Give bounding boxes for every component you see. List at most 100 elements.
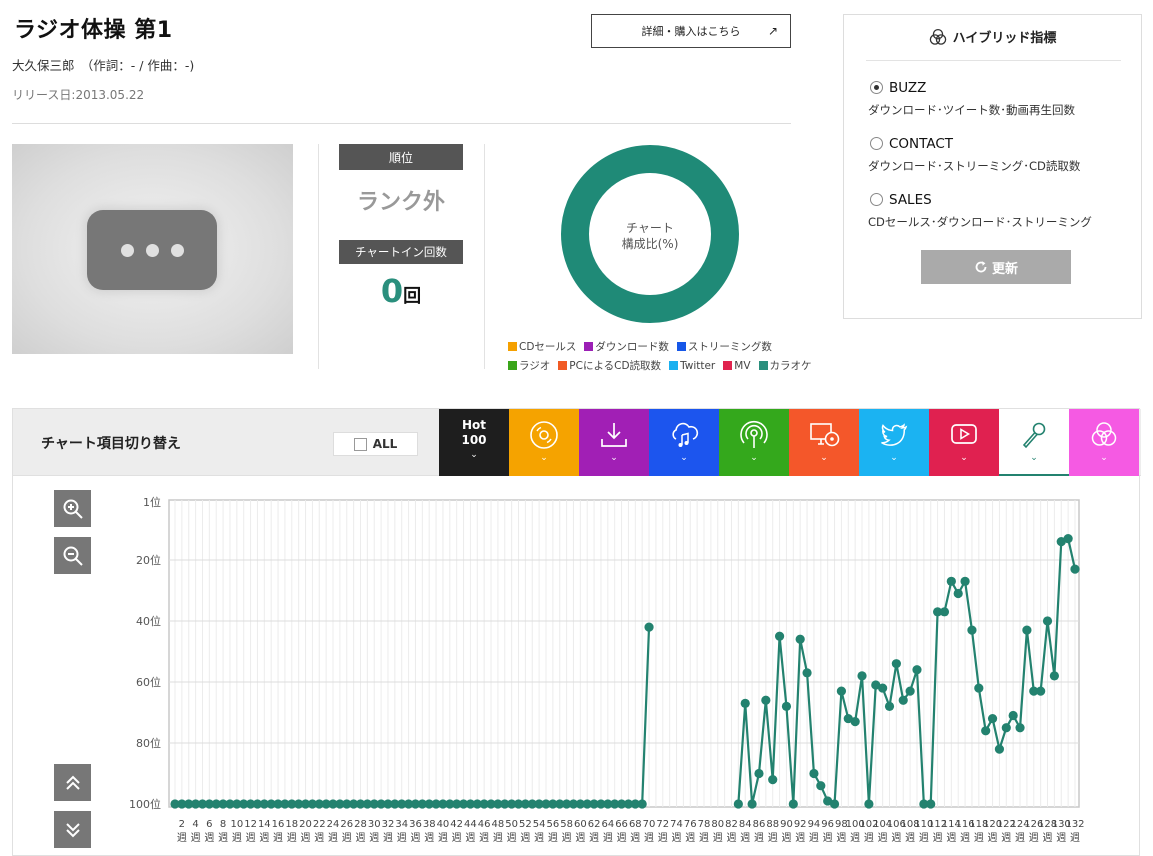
chevron-down-icon: ⌄ xyxy=(610,453,618,463)
legend-item: Twitter xyxy=(669,360,715,372)
legend-item: カラオケ xyxy=(758,358,812,373)
legend-swatch xyxy=(723,361,733,370)
legend-swatch xyxy=(508,361,517,370)
legend-item: MV xyxy=(723,359,751,372)
legend-item: ダウンロード数 xyxy=(584,339,669,354)
refresh-button[interactable]: 更新 xyxy=(921,250,1071,284)
tab-streaming[interactable]: ⌄ xyxy=(649,409,719,476)
legend-swatch xyxy=(758,361,768,370)
refresh-icon xyxy=(975,261,987,273)
hybrid-option-buzz[interactable]: BUZZ ダウンロード･ツイート数･動画再生回数 xyxy=(868,77,1075,118)
chart-panel: チャート項目切り替え ALL Hot 100 ⌄ ⌄ ⌄ ⌄ ⌄ ⌄ ⌄ ⌄ ⌄… xyxy=(12,408,1141,856)
legend-item: ラジオ xyxy=(508,358,550,373)
scroll-bottom-button[interactable] xyxy=(54,811,91,848)
zoom-out-button[interactable] xyxy=(54,537,91,574)
play-icon xyxy=(951,424,977,444)
legend-swatch xyxy=(508,342,517,351)
donut-center-label: チャート 構成比(%) xyxy=(621,221,679,251)
tab-radio[interactable]: ⌄ xyxy=(719,409,789,476)
radio-contact[interactable] xyxy=(870,137,883,150)
microphone-icon xyxy=(1022,422,1046,449)
zoom-in-button[interactable] xyxy=(54,490,91,527)
tab-twitter[interactable]: ⌄ xyxy=(859,409,929,476)
hybrid-option-contact[interactable]: CONTACT ダウンロード･ストリーミング･CD読取数 xyxy=(868,133,1081,174)
venn-icon xyxy=(929,28,946,45)
twitter-icon xyxy=(881,423,908,446)
disc-icon xyxy=(530,421,558,449)
legend-label: PCによるCD読取数 xyxy=(569,360,662,372)
legend-label: ストリーミング数 xyxy=(687,341,772,353)
hybrid-option-desc: CDセールス･ダウンロード･ストリーミング xyxy=(868,215,1092,229)
venn-icon xyxy=(1091,422,1117,446)
download-icon xyxy=(601,423,627,447)
legend-swatch xyxy=(676,342,686,351)
arrow-icon: ↗ xyxy=(767,24,778,38)
chevron-down-icon: ⌄ xyxy=(680,453,688,463)
chevron-down-icon: ⌄ xyxy=(890,453,898,463)
chevron-down-icon: ⌄ xyxy=(540,453,548,463)
chart-in-count-number: 0 xyxy=(380,272,404,310)
legend-swatch xyxy=(584,342,594,351)
tab-hybrid[interactable]: ⌄ xyxy=(1069,409,1139,476)
divider xyxy=(318,144,319,369)
chart-switch-bar: チャート項目切り替え ALL Hot 100 ⌄ ⌄ ⌄ ⌄ ⌄ ⌄ ⌄ ⌄ ⌄… xyxy=(13,409,1141,476)
legend-item: ストリーミング数 xyxy=(676,339,772,354)
chevron-down-icon: ⌄ xyxy=(1100,453,1108,463)
detail-purchase-label: 詳細・購入はこちら xyxy=(641,25,741,38)
tab-download[interactable]: ⌄ xyxy=(579,409,649,476)
hybrid-option-sales[interactable]: SALES CDセールス･ダウンロード･ストリーミング xyxy=(868,189,1092,230)
rank-value: ランク外 xyxy=(356,190,445,215)
composition-legend: CDセールス ダウンロード数 ストリーミング数 ラジオ PCによるCD読取数 Twitt… xyxy=(508,337,818,375)
detail-purchase-button[interactable]: 詳細・購入はこちら ↗ xyxy=(591,14,791,48)
radio-sales[interactable] xyxy=(870,193,883,206)
cloud-music-icon xyxy=(672,422,699,447)
legend-label: カラオケ xyxy=(769,360,812,372)
hybrid-option-desc: ダウンロード･ストリーミング･CD読取数 xyxy=(868,159,1081,173)
hybrid-title: ハイブリッド指標 xyxy=(844,27,1141,46)
artist-credit: 大久保三郎 （作詞：- / 作曲：-) xyxy=(12,58,195,73)
zoom-in-icon xyxy=(63,499,83,519)
pc-disc-icon xyxy=(810,423,840,447)
legend-swatch xyxy=(558,361,568,370)
chart-switch-label: チャート項目切り替え xyxy=(41,436,181,452)
divider xyxy=(12,123,791,124)
song-title: ラジオ体操 第1 xyxy=(14,18,173,43)
chevron-down-icon: ⌄ xyxy=(1030,453,1038,463)
all-toggle[interactable]: ALL xyxy=(333,432,418,456)
tab-cd-sales[interactable]: ⌄ xyxy=(509,409,579,476)
double-chevron-up-icon xyxy=(65,775,80,790)
hybrid-index-panel: ハイブリッド指標 BUZZ ダウンロード･ツイート数･動画再生回数 CONTAC… xyxy=(843,14,1142,319)
legend-swatch xyxy=(669,361,679,370)
hot100-label: Hot 100 xyxy=(461,418,487,447)
legend-label: ラジオ xyxy=(519,360,551,372)
chart-in-count-label: チャートイン回数 xyxy=(339,240,463,264)
legend-item: PCによるCD読取数 xyxy=(558,358,661,373)
tab-pc-cd-read[interactable]: ⌄ xyxy=(789,409,859,476)
legend-label: MV xyxy=(734,359,751,372)
chevron-down-icon: ⌄ xyxy=(470,450,478,460)
zoom-out-icon xyxy=(63,546,83,566)
chart-in-count-unit: 回 xyxy=(403,286,422,307)
release-date: リリース日:2013.05.22 xyxy=(12,88,145,102)
legend-item: CDセールス xyxy=(508,339,576,354)
divider xyxy=(866,60,1121,61)
legend-label: Twitter xyxy=(680,359,716,372)
legend-label: ダウンロード数 xyxy=(595,341,669,353)
placeholder-media-icon xyxy=(87,210,217,290)
chevron-down-icon: ⌄ xyxy=(960,453,968,463)
legend-label: CDセールス xyxy=(519,341,577,353)
tab-hot100[interactable]: Hot 100 ⌄ xyxy=(439,409,509,476)
scroll-top-button[interactable] xyxy=(54,764,91,801)
double-chevron-down-icon xyxy=(65,822,80,837)
rank-label: 順位 xyxy=(339,144,463,170)
tab-karaoke[interactable]: ⌄ xyxy=(999,409,1069,476)
chevron-down-icon: ⌄ xyxy=(820,453,828,463)
jacket-image xyxy=(12,144,293,354)
tab-mv[interactable]: ⌄ xyxy=(929,409,999,476)
divider xyxy=(484,144,485,369)
chevron-down-icon: ⌄ xyxy=(750,453,758,463)
chart-in-count: 0回 xyxy=(339,272,463,310)
radio-icon xyxy=(740,420,768,448)
checkbox-icon[interactable] xyxy=(353,437,367,451)
radio-buzz[interactable] xyxy=(870,81,883,94)
